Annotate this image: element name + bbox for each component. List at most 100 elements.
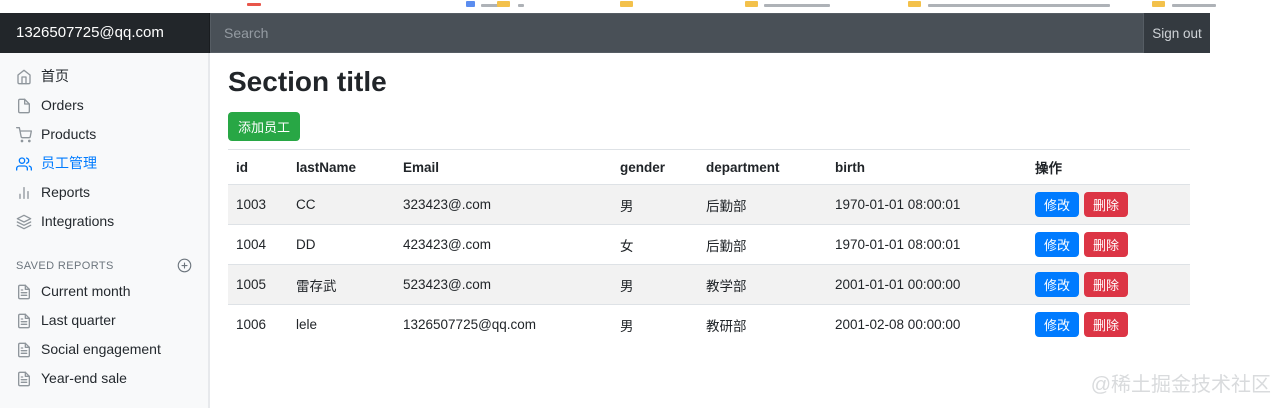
cell-gender: 女 bbox=[612, 224, 698, 265]
sidebar-item-label: Products bbox=[41, 126, 97, 142]
column-header-birth: birth bbox=[827, 149, 1027, 185]
sidebar-item-year-end-sale[interactable]: Year-end sale bbox=[0, 364, 208, 393]
cell-email: 323423@.com bbox=[395, 184, 612, 225]
cell-birth: 1970-01-01 08:00:01 bbox=[827, 224, 1027, 265]
bookmark-folder-icon[interactable] bbox=[908, 1, 921, 7]
sidebar-item-label: Reports bbox=[41, 184, 91, 200]
sidebar-item-label: Current month bbox=[41, 283, 131, 299]
layers-icon bbox=[16, 214, 32, 229]
cell-department: 后勤部 bbox=[698, 184, 827, 225]
cell-id: 1003 bbox=[228, 184, 288, 225]
cell-birth: 2001-01-01 00:00:00 bbox=[827, 264, 1027, 305]
sidebar-item-employee-management[interactable]: 员工管理 bbox=[0, 149, 208, 178]
sidebar-item-home[interactable]: 首页 bbox=[0, 62, 208, 91]
bookmark-folder-icon[interactable] bbox=[497, 1, 510, 7]
file-text-icon bbox=[18, 313, 30, 328]
bookmark-item[interactable] bbox=[466, 1, 475, 7]
bookmark-label-fragment bbox=[928, 4, 1110, 7]
file-icon bbox=[18, 98, 30, 113]
navbar-brand[interactable]: 1326507725@qq.com bbox=[0, 13, 210, 53]
cell-id: 1006 bbox=[228, 304, 288, 344]
delete-button[interactable]: 删除 bbox=[1084, 272, 1129, 297]
cell-lastname: CC bbox=[288, 184, 395, 225]
bookmark-label-fragment bbox=[518, 4, 524, 7]
sidebar-item-products[interactable]: Products bbox=[0, 120, 208, 149]
column-header-gender: gender bbox=[612, 149, 698, 185]
table-row: 1004 DD 423423@.com 女 后勤部 1970-01-01 08:… bbox=[228, 224, 1190, 265]
cell-department: 后勤部 bbox=[698, 224, 827, 265]
edit-button[interactable]: 修改 bbox=[1035, 232, 1080, 257]
bookmark-folder-icon[interactable] bbox=[620, 1, 633, 7]
sidebar-item-last-quarter[interactable]: Last quarter bbox=[0, 306, 208, 335]
cell-id: 1005 bbox=[228, 264, 288, 305]
browser-bookmarks-bar bbox=[0, 0, 1284, 13]
table-header-row: id lastName Email gender department birt… bbox=[228, 149, 1190, 185]
column-header-lastname: lastName bbox=[288, 149, 395, 185]
users-icon bbox=[16, 156, 32, 171]
sidebar-item-label: Last quarter bbox=[41, 312, 116, 328]
cell-email: 423423@.com bbox=[395, 224, 612, 265]
home-icon bbox=[17, 69, 31, 84]
file-text-icon bbox=[18, 371, 30, 386]
cell-birth: 1970-01-01 08:00:01 bbox=[827, 184, 1027, 225]
sidebar-item-social-engagement[interactable]: Social engagement bbox=[0, 335, 208, 364]
cell-id: 1004 bbox=[228, 224, 288, 265]
edit-button[interactable]: 修改 bbox=[1035, 312, 1080, 337]
cell-gender: 男 bbox=[612, 304, 698, 344]
bookmark-folder-icon[interactable] bbox=[745, 1, 758, 7]
edit-button[interactable]: 修改 bbox=[1035, 272, 1080, 297]
sidebar-item-label: Integrations bbox=[41, 213, 115, 229]
column-header-actions: 操作 bbox=[1027, 149, 1190, 185]
cell-email: 1326507725@qq.com bbox=[395, 304, 612, 344]
sidebar: 首页 Orders Products 员工管理 Reports Integrat… bbox=[0, 53, 210, 408]
file-text-icon bbox=[18, 342, 30, 357]
sidebar-item-current-month[interactable]: Current month bbox=[0, 277, 208, 306]
bookmark-folder-icon[interactable] bbox=[1152, 1, 1165, 7]
search-container bbox=[210, 13, 1144, 53]
search-input[interactable] bbox=[210, 13, 1144, 53]
saved-reports-title: SAVED REPORTS bbox=[16, 259, 114, 272]
sidebar-item-label: 员工管理 bbox=[41, 155, 97, 171]
delete-button[interactable]: 删除 bbox=[1084, 232, 1129, 257]
cell-actions: 修改 删除 bbox=[1027, 184, 1190, 225]
sign-out-link[interactable]: Sign out bbox=[1144, 13, 1210, 53]
delete-button[interactable]: 删除 bbox=[1084, 312, 1129, 337]
add-employee-button[interactable]: 添加员工 bbox=[228, 112, 301, 141]
shopping-cart-icon bbox=[16, 126, 32, 142]
employee-table: id lastName Email gender department birt… bbox=[228, 149, 1190, 344]
table-row: 1006 lele 1326507725@qq.com 男 教研部 2001-0… bbox=[228, 304, 1190, 344]
cell-department: 教学部 bbox=[698, 264, 827, 305]
sidebar-item-label: Year-end sale bbox=[41, 370, 127, 386]
cell-email: 523423@.com bbox=[395, 264, 612, 305]
delete-button[interactable]: 删除 bbox=[1084, 192, 1129, 217]
page-title: Section title bbox=[228, 66, 387, 97]
cell-lastname: lele bbox=[288, 304, 395, 344]
cell-gender: 男 bbox=[612, 264, 698, 305]
file-text-icon bbox=[18, 284, 30, 299]
saved-reports-header: SAVED REPORTS bbox=[0, 254, 208, 277]
cell-lastname: DD bbox=[288, 224, 395, 265]
bookmark-item[interactable] bbox=[247, 3, 261, 6]
bookmark-label-fragment bbox=[764, 4, 830, 7]
column-header-id: id bbox=[228, 149, 288, 185]
sidebar-item-label: 首页 bbox=[41, 68, 69, 84]
column-header-department: department bbox=[698, 149, 827, 185]
table-row: 1005 雷存武 523423@.com 男 教学部 2001-01-01 00… bbox=[228, 264, 1190, 305]
sidebar-item-label: Social engagement bbox=[41, 341, 161, 357]
table-row: 1003 CC 323423@.com 男 后勤部 1970-01-01 08:… bbox=[228, 184, 1190, 225]
sidebar-item-reports[interactable]: Reports bbox=[0, 178, 208, 207]
bookmark-label-fragment bbox=[1172, 4, 1216, 7]
cell-lastname: 雷存武 bbox=[288, 264, 395, 305]
plus-circle-icon[interactable] bbox=[177, 258, 192, 273]
cell-actions: 修改 删除 bbox=[1027, 304, 1190, 344]
cell-gender: 男 bbox=[612, 184, 698, 225]
cell-actions: 修改 删除 bbox=[1027, 224, 1190, 265]
main-content: Section title 添加员工 id lastName Email gen… bbox=[210, 53, 1210, 408]
column-header-email: Email bbox=[395, 149, 612, 185]
bar-chart-icon bbox=[19, 186, 29, 199]
edit-button[interactable]: 修改 bbox=[1035, 192, 1080, 217]
sidebar-item-integrations[interactable]: Integrations bbox=[0, 207, 208, 236]
cell-department: 教研部 bbox=[698, 304, 827, 344]
top-navbar: 1326507725@qq.com Sign out bbox=[0, 13, 1210, 53]
sidebar-item-orders[interactable]: Orders bbox=[0, 91, 208, 120]
